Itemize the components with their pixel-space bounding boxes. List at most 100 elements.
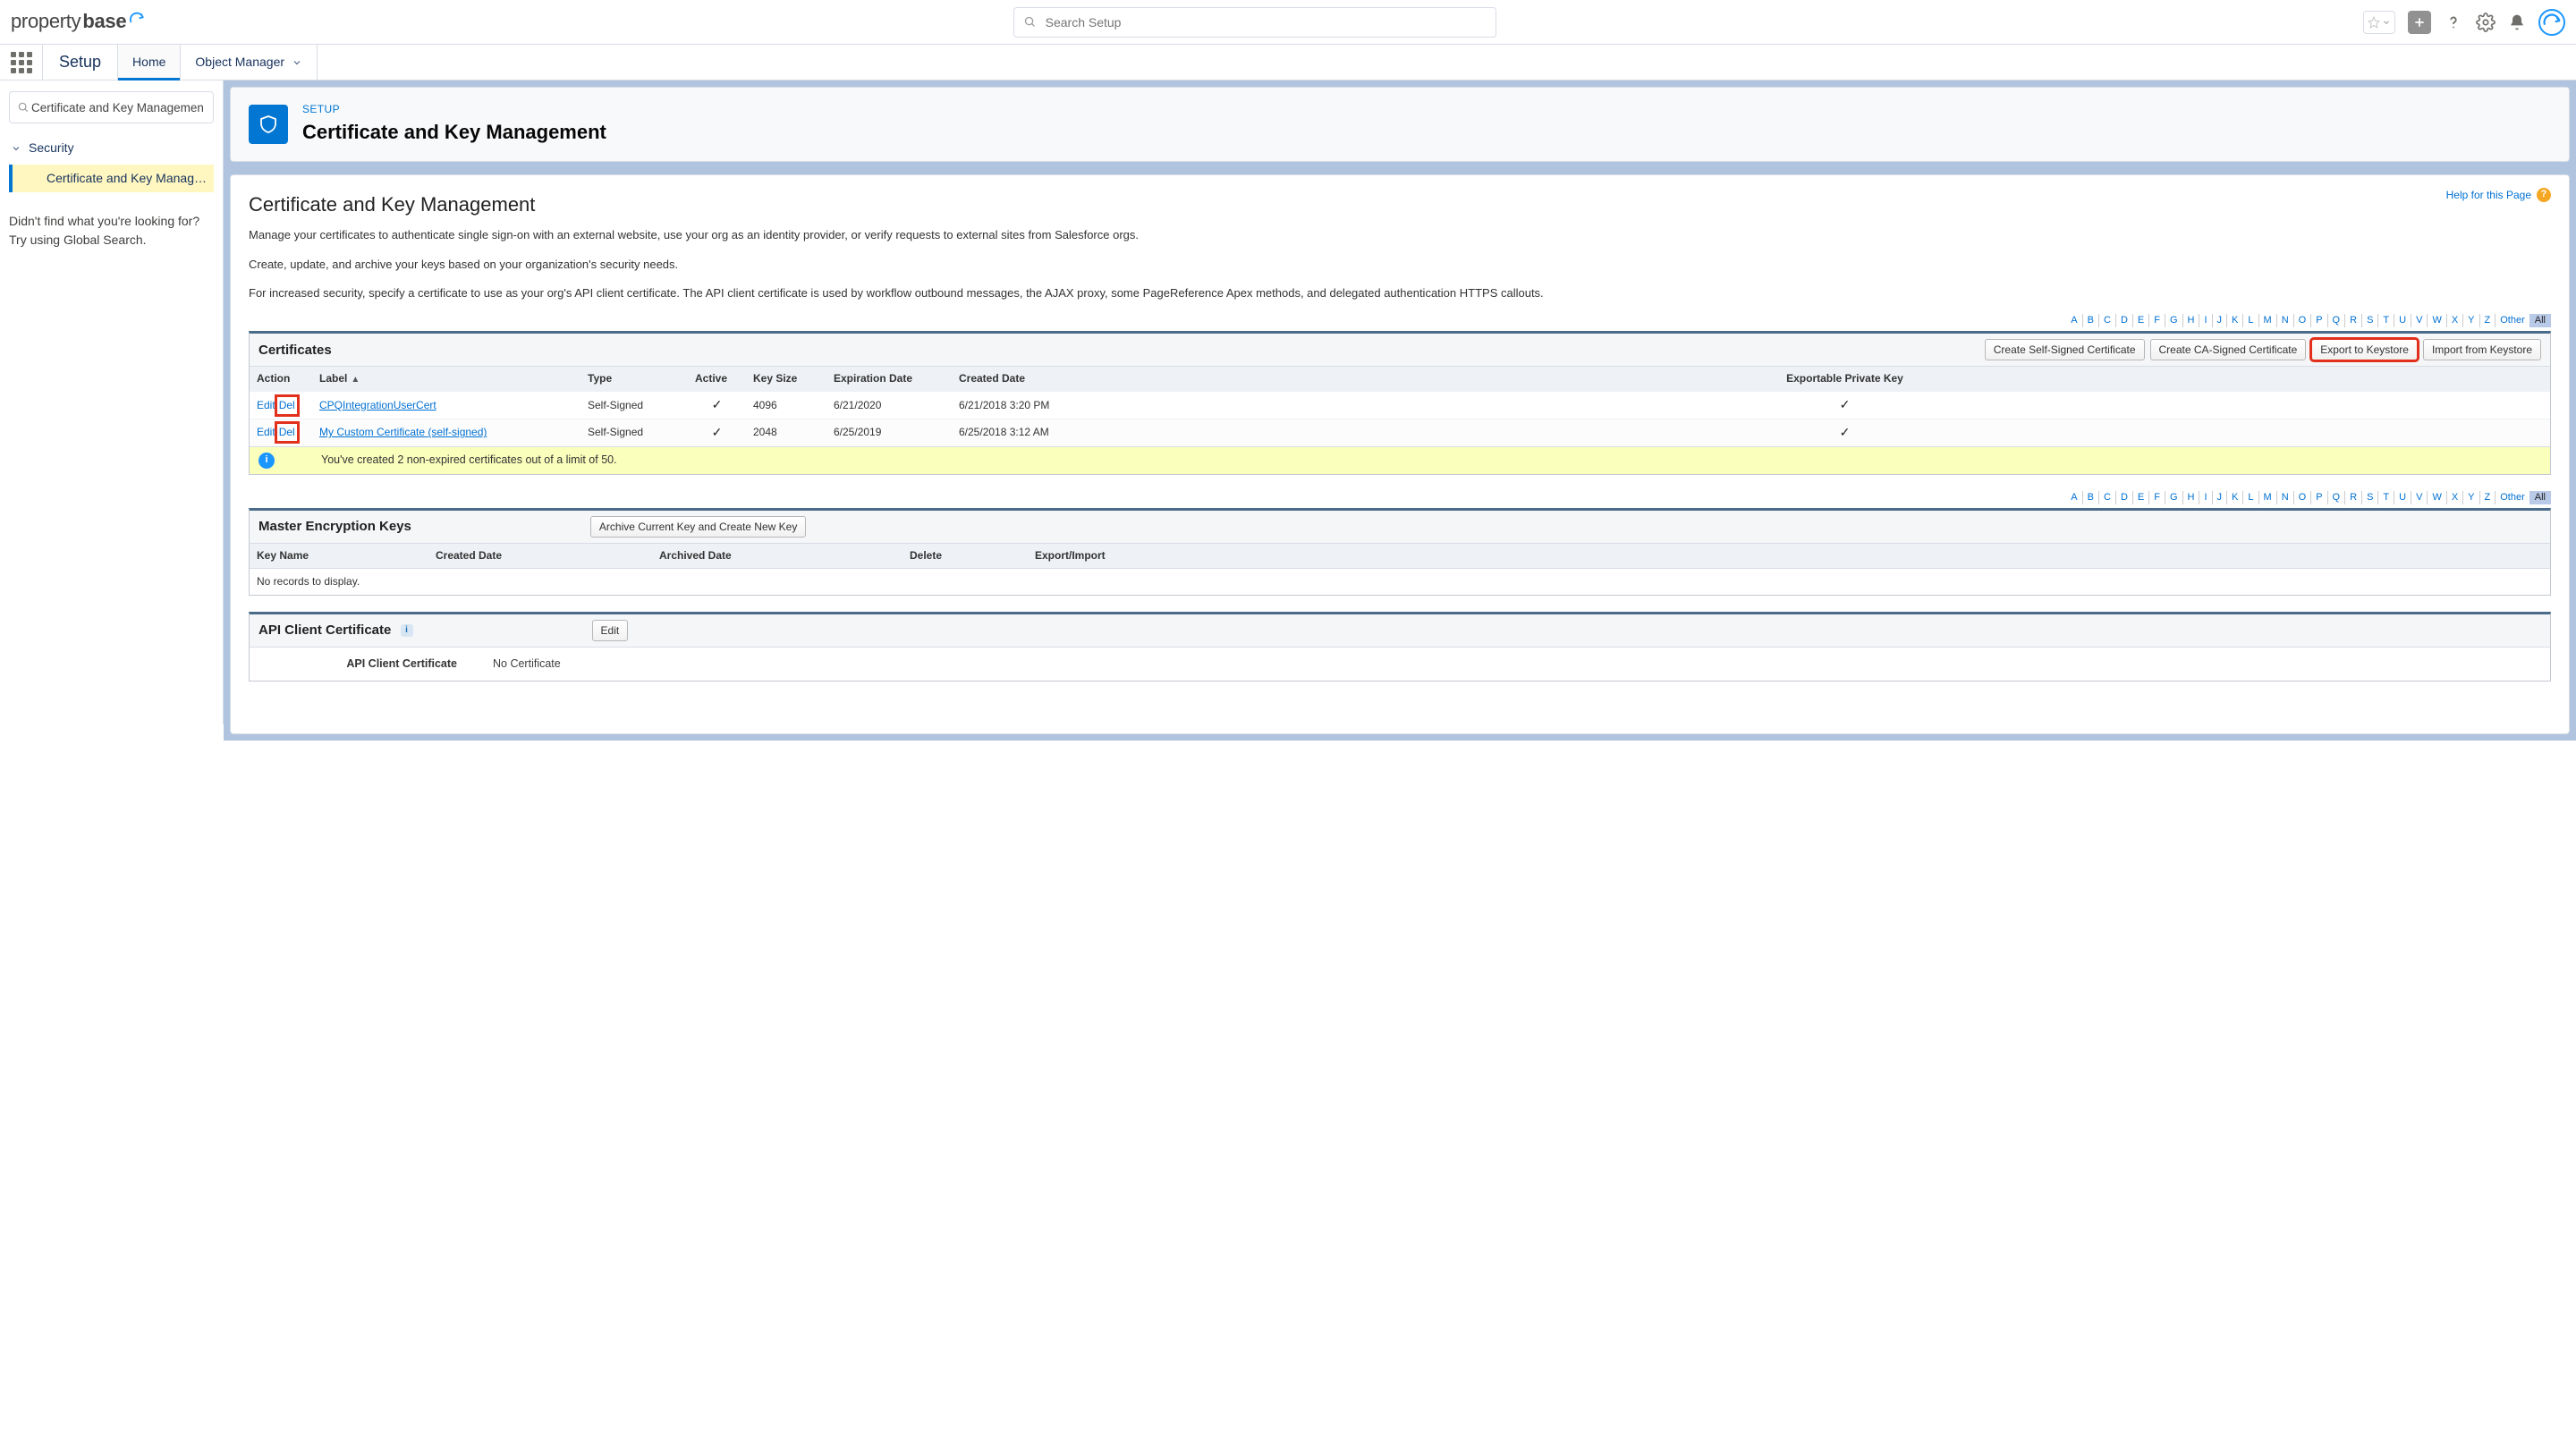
- alpha-E[interactable]: E: [2133, 491, 2149, 504]
- alpha-G[interactable]: G: [2165, 491, 2183, 504]
- alpha-K[interactable]: K: [2227, 491, 2243, 504]
- alpha-C[interactable]: C: [2099, 491, 2116, 504]
- alpha-other[interactable]: Other: [2496, 314, 2529, 327]
- search-icon: [17, 101, 30, 114]
- alpha-I[interactable]: I: [2199, 491, 2212, 504]
- col-active[interactable]: Active: [688, 367, 746, 392]
- alpha-R[interactable]: R: [2345, 314, 2362, 327]
- quick-find-input[interactable]: [30, 100, 206, 115]
- col-type[interactable]: Type: [580, 367, 688, 392]
- alpha-W[interactable]: W: [2428, 314, 2446, 327]
- create-ca-signed-button[interactable]: Create CA-Signed Certificate: [2150, 339, 2307, 360]
- create-button[interactable]: [2408, 11, 2431, 34]
- alpha-X[interactable]: X: [2447, 491, 2463, 504]
- cert-expiration: 6/21/2020: [826, 392, 952, 419]
- alpha-M[interactable]: M: [2259, 491, 2277, 504]
- nav-tab-om-label: Object Manager: [195, 54, 284, 72]
- user-avatar[interactable]: [2538, 9, 2565, 36]
- alpha-Y[interactable]: Y: [2463, 491, 2479, 504]
- tree-node-security[interactable]: Security: [9, 136, 214, 161]
- alpha-U[interactable]: U: [2394, 491, 2411, 504]
- alpha-G[interactable]: G: [2165, 314, 2183, 327]
- alpha-T[interactable]: T: [2378, 314, 2394, 327]
- col-key-size[interactable]: Key Size: [746, 367, 826, 392]
- alpha-A[interactable]: A: [2066, 314, 2082, 327]
- cert-label-link[interactable]: CPQIntegrationUserCert: [319, 399, 436, 411]
- alpha-Z[interactable]: Z: [2480, 491, 2496, 504]
- alpha-L[interactable]: L: [2243, 314, 2258, 327]
- col-expiration[interactable]: Expiration Date: [826, 367, 952, 392]
- brand-text-1: property: [11, 8, 80, 36]
- global-search[interactable]: [1013, 7, 1496, 38]
- help-for-page[interactable]: Help for this Page ?: [2446, 188, 2551, 203]
- alpha-K[interactable]: K: [2227, 314, 2243, 327]
- alpha-D[interactable]: D: [2116, 491, 2133, 504]
- alpha-B[interactable]: B: [2083, 314, 2099, 327]
- create-self-signed-button[interactable]: Create Self-Signed Certificate: [1985, 339, 2145, 360]
- alpha-B[interactable]: B: [2083, 491, 2099, 504]
- del-link[interactable]: Del: [279, 398, 295, 413]
- alpha-Y[interactable]: Y: [2463, 314, 2479, 327]
- info-icon[interactable]: i: [401, 624, 413, 637]
- favorites-button[interactable]: [2363, 11, 2395, 34]
- alpha-H[interactable]: H: [2183, 491, 2200, 504]
- alpha-J[interactable]: J: [2213, 314, 2228, 327]
- alpha-M[interactable]: M: [2259, 314, 2277, 327]
- del-link[interactable]: Del: [279, 425, 295, 440]
- alpha-other[interactable]: Other: [2496, 491, 2529, 504]
- alpha-C[interactable]: C: [2099, 314, 2116, 327]
- alpha-all[interactable]: All: [2529, 314, 2551, 327]
- import-from-keystore-button[interactable]: Import from Keystore: [2423, 339, 2541, 360]
- notifications-button[interactable]: [2508, 13, 2526, 31]
- alpha-Q[interactable]: Q: [2328, 314, 2346, 327]
- archive-key-button[interactable]: Archive Current Key and Create New Key: [590, 516, 806, 538]
- alpha-F[interactable]: F: [2149, 491, 2165, 504]
- alpha-T[interactable]: T: [2378, 491, 2394, 504]
- alpha-L[interactable]: L: [2243, 491, 2258, 504]
- content-card: Certificate and Key Management Help for …: [230, 174, 2570, 734]
- alpha-Z[interactable]: Z: [2480, 314, 2496, 327]
- alpha-S[interactable]: S: [2362, 491, 2378, 504]
- alpha-V[interactable]: V: [2411, 491, 2428, 504]
- alpha-Q[interactable]: Q: [2328, 491, 2346, 504]
- col-label[interactable]: Label▲: [312, 367, 580, 392]
- col-exportable[interactable]: Exportable Private Key: [1140, 367, 2550, 392]
- top-bar: propertybase: [0, 0, 2576, 45]
- tree-node-cert-key[interactable]: Certificate and Key Managem...: [9, 165, 214, 193]
- alpha-H[interactable]: H: [2183, 314, 2200, 327]
- alpha-P[interactable]: P: [2311, 314, 2327, 327]
- cert-label-link[interactable]: My Custom Certificate (self-signed): [319, 426, 487, 438]
- alpha-E[interactable]: E: [2133, 314, 2149, 327]
- alpha-U[interactable]: U: [2394, 314, 2411, 327]
- alpha-D[interactable]: D: [2116, 314, 2133, 327]
- api-field-label: API Client Certificate: [260, 656, 457, 673]
- edit-link[interactable]: Edit: [257, 426, 275, 438]
- alpha-S[interactable]: S: [2362, 314, 2378, 327]
- api-edit-button[interactable]: Edit: [592, 620, 629, 641]
- setup-quick-find[interactable]: [9, 91, 214, 123]
- alpha-all[interactable]: All: [2529, 491, 2551, 504]
- alpha-J[interactable]: J: [2213, 491, 2228, 504]
- alpha-F[interactable]: F: [2149, 314, 2165, 327]
- edit-link[interactable]: Edit: [257, 399, 275, 411]
- alpha-P[interactable]: P: [2311, 491, 2327, 504]
- col-created[interactable]: Created Date: [952, 367, 1140, 392]
- nav-tab-object-manager[interactable]: Object Manager: [181, 45, 318, 80]
- nav-tab-home[interactable]: Home: [118, 45, 181, 80]
- app-launcher[interactable]: [0, 45, 43, 80]
- alpha-A[interactable]: A: [2066, 491, 2082, 504]
- alpha-W[interactable]: W: [2428, 491, 2446, 504]
- alpha-N[interactable]: N: [2277, 314, 2294, 327]
- alpha-V[interactable]: V: [2411, 314, 2428, 327]
- setup-gear-button[interactable]: [2476, 13, 2496, 32]
- export-to-keystore-button[interactable]: Export to Keystore: [2311, 339, 2418, 360]
- alpha-O[interactable]: O: [2294, 314, 2312, 327]
- global-search-input[interactable]: [1044, 14, 1487, 30]
- alpha-R[interactable]: R: [2345, 491, 2362, 504]
- alpha-X[interactable]: X: [2447, 314, 2463, 327]
- alpha-N[interactable]: N: [2277, 491, 2294, 504]
- help-button[interactable]: [2444, 13, 2463, 32]
- alpha-O[interactable]: O: [2294, 491, 2312, 504]
- api-title: API Client Certificate i: [258, 621, 413, 639]
- alpha-I[interactable]: I: [2199, 314, 2212, 327]
